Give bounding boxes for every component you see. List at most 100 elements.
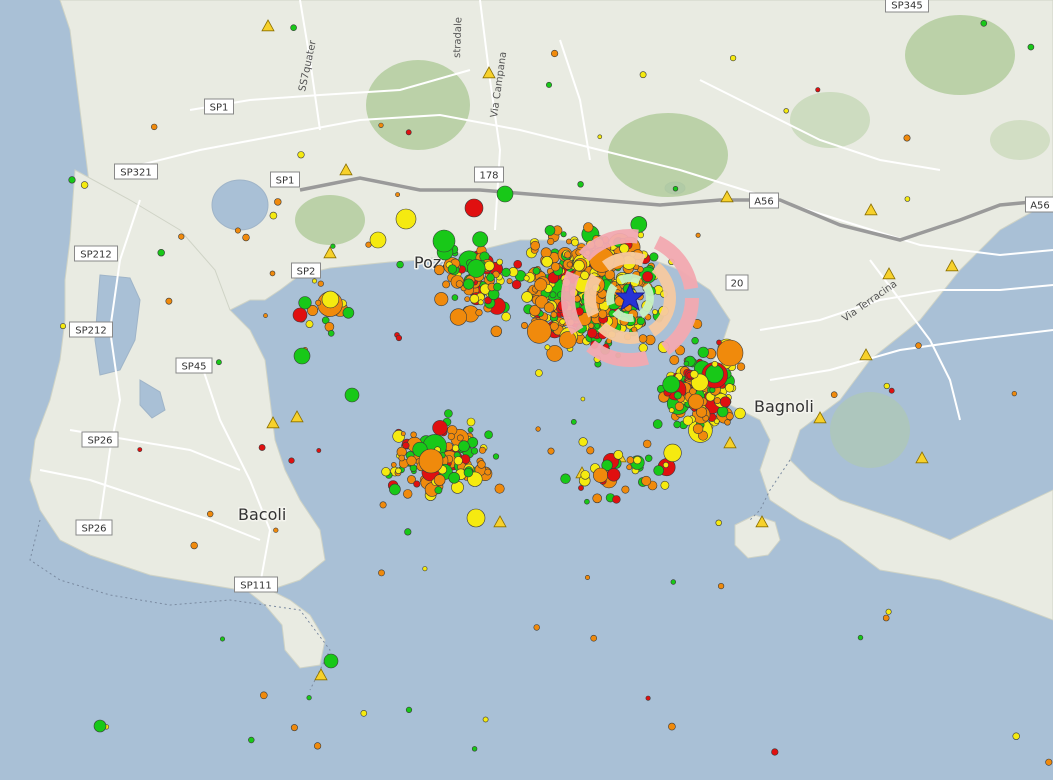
circle-icon[interactable] — [449, 308, 468, 326]
circle-icon[interactable] — [592, 493, 603, 504]
circle-icon[interactable] — [559, 318, 566, 325]
circle-icon[interactable] — [580, 270, 590, 280]
circle-icon[interactable] — [566, 261, 573, 268]
circle-icon[interactable] — [477, 299, 484, 306]
circle-icon[interactable] — [404, 528, 412, 536]
circle-icon[interactable] — [314, 742, 322, 750]
circle-icon[interactable] — [234, 227, 241, 234]
circle-icon[interactable] — [395, 467, 402, 474]
circle-icon[interactable] — [466, 508, 486, 528]
circle-icon[interactable] — [597, 309, 608, 319]
circle-icon[interactable] — [311, 278, 317, 284]
circle-icon[interactable] — [550, 311, 558, 319]
circle-icon[interactable] — [410, 431, 417, 438]
circle-icon[interactable] — [571, 238, 579, 247]
circle-icon[interactable] — [670, 579, 676, 585]
circle-icon[interactable] — [395, 208, 417, 230]
circle-icon[interactable] — [395, 334, 403, 342]
circle-icon[interactable] — [559, 331, 577, 349]
circle-icon[interactable] — [379, 501, 387, 509]
circle-icon[interactable] — [269, 270, 276, 277]
circle-icon[interactable] — [587, 328, 598, 339]
circle-icon[interactable] — [573, 259, 585, 272]
circle-icon[interactable] — [390, 461, 397, 468]
circle-icon[interactable] — [652, 309, 658, 315]
circle-icon[interactable] — [668, 407, 675, 414]
circle-icon[interactable] — [586, 446, 595, 455]
circle-icon[interactable] — [323, 653, 339, 669]
circle-icon[interactable] — [448, 471, 461, 484]
circle-icon[interactable] — [724, 383, 735, 393]
circle-icon[interactable] — [715, 519, 722, 526]
circle-icon[interactable] — [398, 454, 406, 462]
circle-icon[interactable] — [297, 151, 305, 159]
circle-icon[interactable] — [273, 527, 279, 533]
circle-icon[interactable] — [535, 369, 543, 377]
circle-icon[interactable] — [389, 483, 401, 496]
circle-icon[interactable] — [93, 719, 107, 733]
circle-icon[interactable] — [633, 456, 642, 465]
circle-icon[interactable] — [157, 249, 165, 257]
circle-icon[interactable] — [378, 122, 384, 128]
circle-icon[interactable] — [413, 480, 421, 488]
circle-icon[interactable] — [464, 198, 484, 218]
circle-icon[interactable] — [583, 222, 594, 233]
circle-icon[interactable] — [317, 280, 324, 287]
circle-icon[interactable] — [520, 321, 528, 329]
circle-icon[interactable] — [692, 423, 704, 434]
circle-icon[interactable] — [653, 465, 665, 476]
circle-icon[interactable] — [1012, 732, 1020, 740]
circle-icon[interactable] — [490, 325, 502, 337]
circle-icon[interactable] — [458, 440, 470, 453]
circle-icon[interactable] — [669, 355, 680, 365]
circle-icon[interactable] — [662, 461, 669, 468]
circle-icon[interactable] — [652, 419, 663, 429]
circle-icon[interactable] — [293, 347, 311, 365]
circle-icon[interactable] — [453, 456, 463, 466]
circle-icon[interactable] — [736, 362, 746, 371]
circle-icon[interactable] — [381, 467, 391, 477]
circle-icon[interactable] — [467, 426, 474, 433]
circle-icon[interactable] — [626, 456, 635, 464]
circle-icon[interactable] — [298, 296, 312, 310]
circle-icon[interactable] — [402, 441, 410, 450]
circle-icon[interactable] — [484, 260, 495, 272]
circle-icon[interactable] — [80, 181, 89, 189]
circle-icon[interactable] — [207, 510, 214, 518]
circle-icon[interactable] — [471, 746, 478, 752]
circle-icon[interactable] — [570, 418, 577, 425]
circle-icon[interactable] — [882, 614, 890, 622]
circle-icon[interactable] — [137, 447, 143, 452]
circle-icon[interactable] — [521, 291, 533, 303]
circle-icon[interactable] — [597, 134, 603, 140]
seismic-map[interactable]: SS7quater Via Campana stradale Via Terra… — [0, 0, 1053, 780]
circle-icon[interactable] — [673, 420, 681, 429]
circle-icon[interactable] — [451, 294, 459, 301]
circle-icon[interactable] — [406, 455, 417, 466]
circle-icon[interactable] — [68, 176, 76, 184]
circle-icon[interactable] — [544, 344, 551, 351]
circle-icon[interactable] — [642, 439, 652, 449]
circle-icon[interactable] — [549, 291, 557, 299]
circle-icon[interactable] — [315, 299, 322, 306]
circle-icon[interactable] — [327, 329, 335, 337]
circle-icon[interactable] — [673, 391, 682, 400]
circle-icon[interactable] — [695, 232, 701, 238]
circle-icon[interactable] — [434, 292, 449, 307]
circle-icon[interactable] — [683, 360, 690, 367]
circle-icon[interactable] — [526, 318, 552, 344]
circle-icon[interactable] — [434, 486, 443, 495]
circle-icon[interactable] — [530, 240, 541, 251]
circle-icon[interactable] — [422, 566, 428, 572]
circle-icon[interactable] — [269, 211, 278, 220]
circle-icon[interactable] — [305, 320, 314, 328]
circle-icon[interactable] — [290, 724, 298, 732]
circle-icon[interactable] — [532, 267, 541, 275]
circle-icon[interactable] — [716, 339, 744, 367]
circle-icon[interactable] — [544, 225, 556, 236]
circle-icon[interactable] — [674, 401, 684, 411]
circle-icon[interactable] — [492, 453, 500, 460]
circle-icon[interactable] — [456, 434, 464, 442]
circle-icon[interactable] — [263, 313, 268, 318]
circle-icon[interactable] — [396, 260, 404, 269]
